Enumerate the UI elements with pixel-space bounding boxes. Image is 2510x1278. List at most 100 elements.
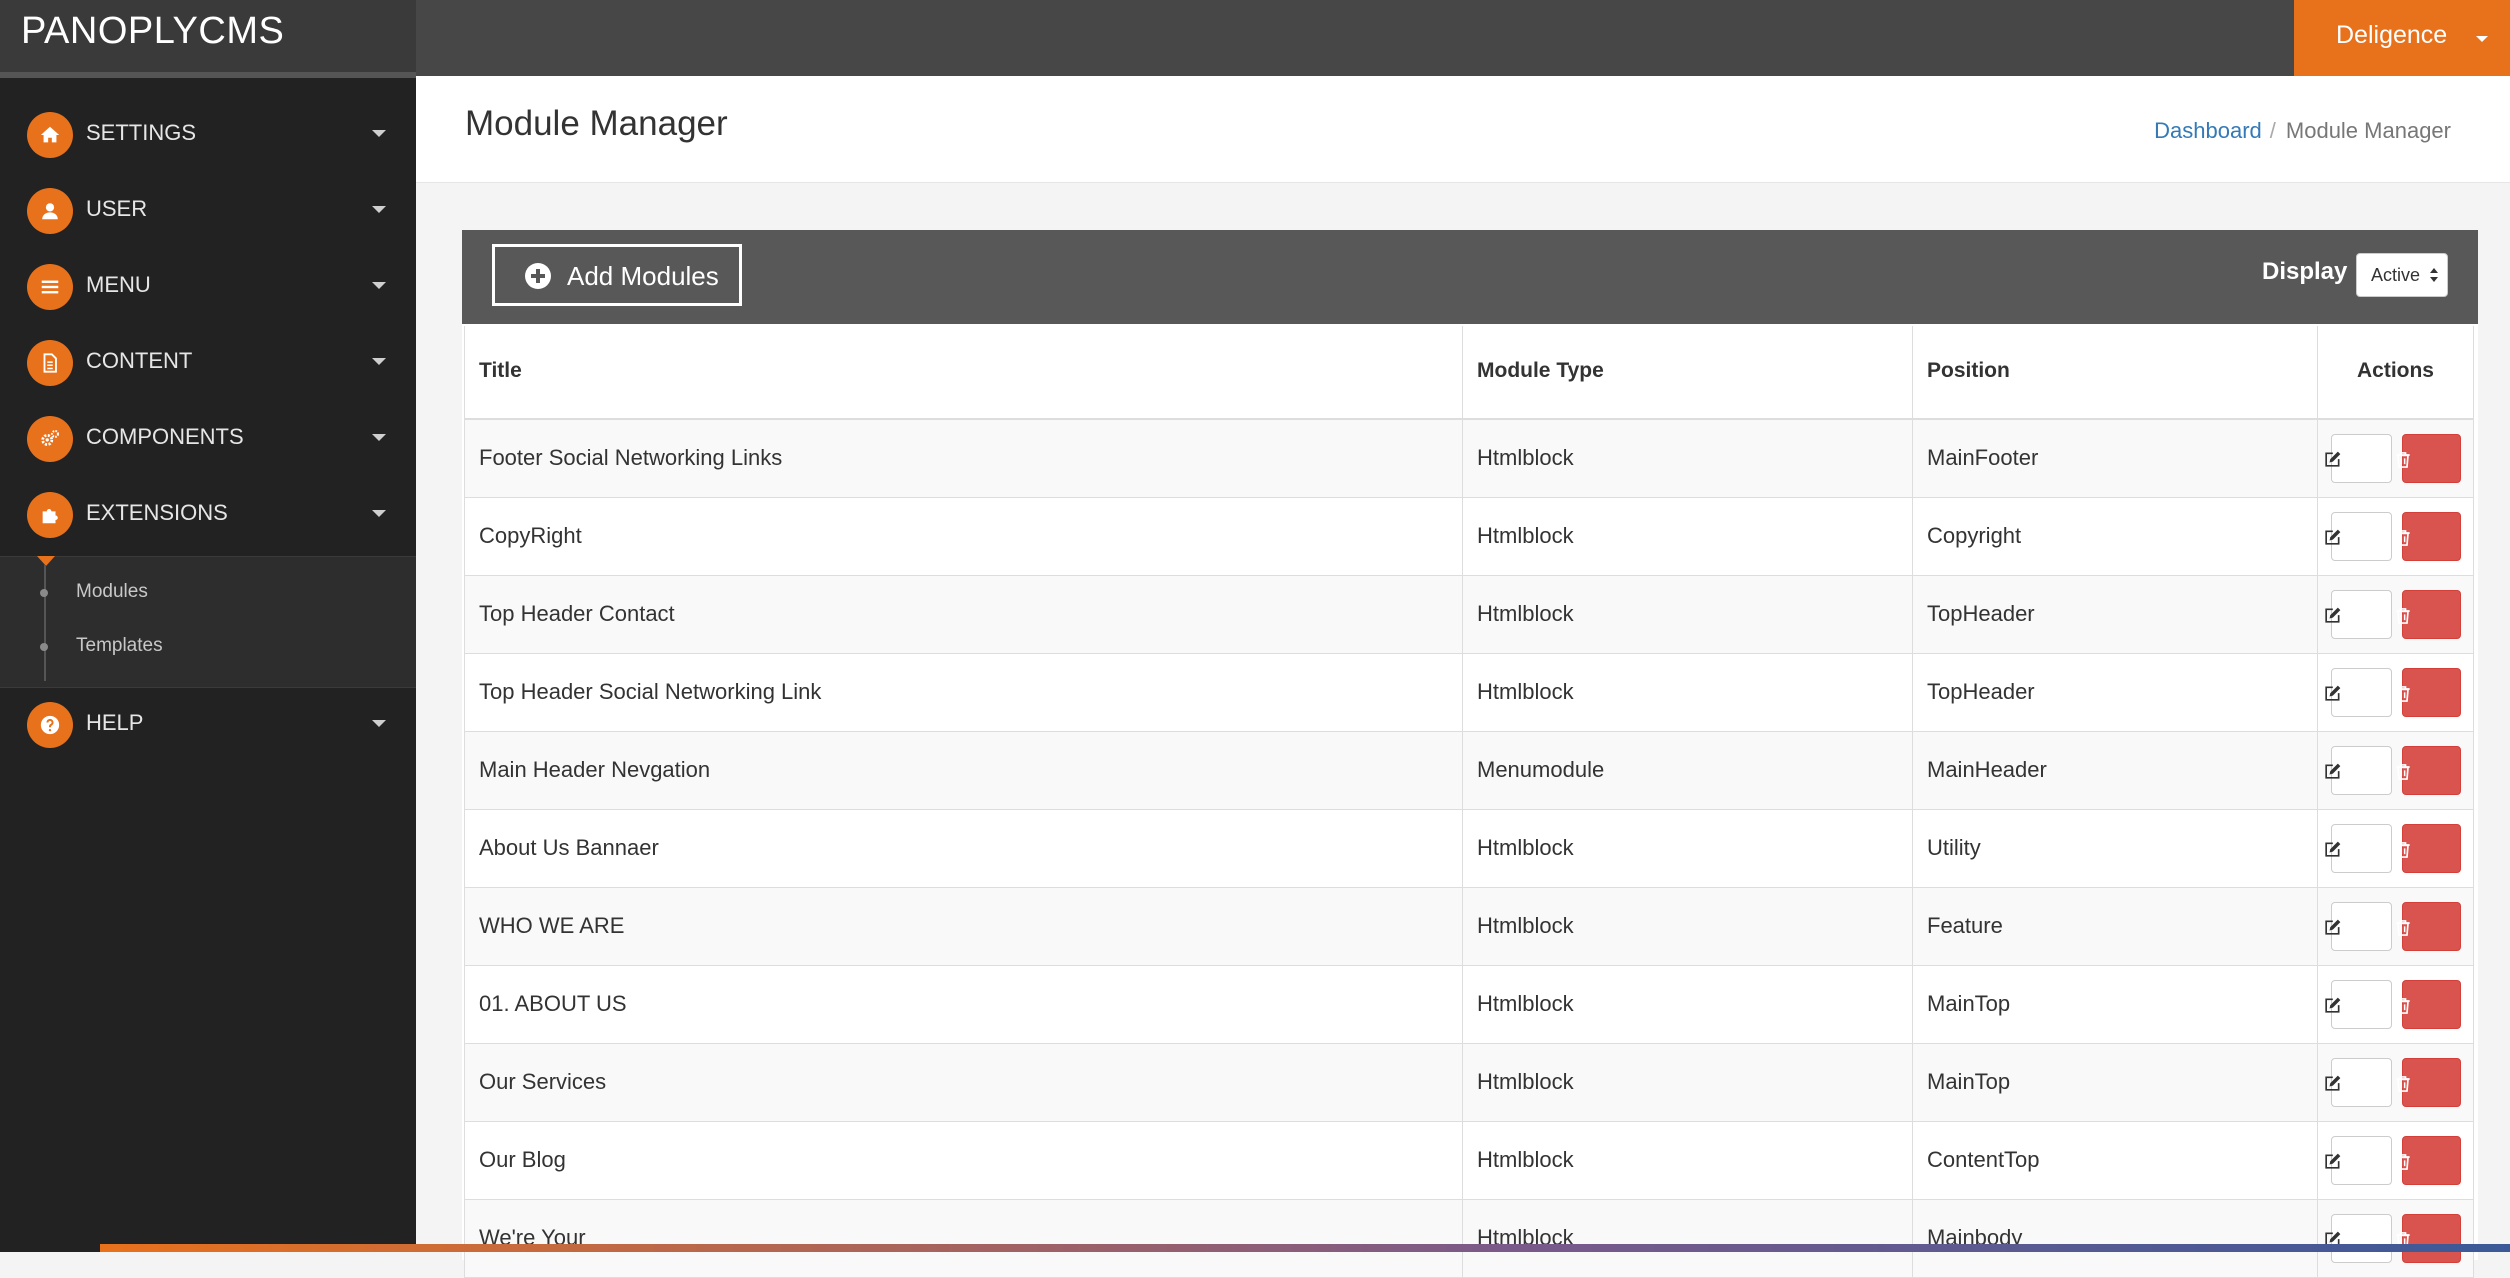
brand-bar: PANOPLYCMS [0, 0, 416, 78]
delete-button[interactable] [2396, 1058, 2461, 1107]
edit-button[interactable] [2325, 1214, 2392, 1263]
sidebar-item-user[interactable]: USER [0, 172, 416, 248]
brand-logo[interactable]: PANOPLYCMS [21, 10, 284, 53]
delete-button[interactable] [2396, 980, 2461, 1029]
cell-actions [2317, 498, 2474, 575]
module-type: Htmlblock [1477, 601, 1574, 626]
module-title: Main Header Nevgation [479, 757, 711, 782]
module-title: Our Blog [479, 1147, 566, 1172]
sidebar-item-components[interactable]: COMPONENTS [0, 400, 416, 476]
edit-button[interactable] [2325, 902, 2392, 951]
cell-title: About Us Bannaer [464, 810, 1462, 887]
cell-title: CopyRight [464, 498, 1462, 575]
sidebar-item-label: EXTENSIONS [86, 500, 228, 525]
edit-button[interactable] [2325, 1136, 2392, 1185]
edit-button[interactable] [2325, 512, 2392, 561]
cell-module-type: Htmlblock [1462, 966, 1912, 1043]
bottom-edge-strip [0, 1244, 2510, 1252]
delete-button[interactable] [2396, 1136, 2461, 1185]
cell-actions [2317, 966, 2474, 1043]
caret-down-icon [2476, 36, 2488, 42]
table-row: Footer Social Networking Links Htmlblock M… [464, 420, 2474, 498]
bullet-icon [40, 589, 48, 597]
cogs-icon [27, 416, 73, 462]
cell-title: Our Services [464, 1044, 1462, 1121]
sidebar-item-label: SETTINGS [86, 120, 197, 145]
sidebar-item-help[interactable]: HELP [0, 686, 416, 762]
delete-button[interactable] [2396, 746, 2461, 795]
cell-position: TopHeader [1912, 576, 2317, 653]
sidebar-item-settings[interactable]: SETTINGS [0, 96, 416, 172]
question-icon [27, 702, 73, 748]
table-row: Top Header Social Networking Link Htmlblo… [464, 654, 2474, 732]
edit-button[interactable] [2325, 590, 2392, 639]
module-position: MainTop [1927, 1069, 2011, 1094]
column-header-position[interactable]: Position [1912, 326, 2317, 418]
cell-module-type: Htmlblock [1462, 498, 1912, 575]
cell-actions [2317, 1044, 2474, 1121]
delete-button[interactable] [2396, 434, 2461, 483]
cell-title: WHO WE ARE [464, 888, 1462, 965]
bars-icon [27, 264, 73, 310]
caret-down-icon [372, 434, 386, 441]
extensions-submenu: Modules Templates [0, 556, 416, 688]
module-title: About Us Bannaer [479, 835, 659, 860]
table-row: We're Your Htmlblock Mainbody [464, 1200, 2474, 1278]
submenu-item-modules[interactable]: Modules [34, 575, 394, 615]
breadcrumb-dashboard-link[interactable]: Dashboard [2154, 118, 2262, 143]
column-header-label: Position [1927, 359, 2010, 382]
select-down-icon [2430, 277, 2438, 282]
sidebar-item-extensions[interactable]: EXTENSIONS [0, 476, 416, 552]
delete-button[interactable] [2396, 668, 2461, 717]
edit-button[interactable] [2325, 746, 2392, 795]
cell-module-type: Htmlblock [1462, 654, 1912, 731]
table-row: CopyRight Htmlblock Copyright [464, 498, 2474, 576]
cell-actions [2317, 654, 2474, 731]
add-modules-button[interactable]: Add Modules [492, 244, 742, 306]
sidebar-item-menu[interactable]: MENU [0, 248, 416, 324]
display-label: Display [2262, 258, 2348, 285]
module-position: TopHeader [1927, 679, 2035, 704]
delete-button[interactable] [2396, 902, 2461, 951]
file-icon [27, 340, 73, 386]
delete-button[interactable] [2396, 512, 2461, 561]
column-header-title[interactable]: Title [464, 326, 1462, 418]
cell-module-type: Htmlblock [1462, 810, 1912, 887]
cell-position: Utility [1912, 810, 2317, 887]
module-title: Top Header Social Networking Link [479, 679, 822, 704]
cell-module-type: Htmlblock [1462, 420, 1912, 497]
cell-title: Our Blog [464, 1122, 1462, 1199]
display-select[interactable]: Active [2356, 253, 2448, 297]
cell-position: MainHeader [1912, 732, 2317, 809]
table-header-row: Title Module Type Position Actions [464, 326, 2474, 420]
user-menu[interactable]: Deligence [2294, 0, 2510, 76]
table-row: Top Header Contact Htmlblock TopHeader [464, 576, 2474, 654]
cell-title: 01. ABOUT US [464, 966, 1462, 1043]
submenu-item-label: Modules [76, 581, 148, 602]
breadcrumb-separator: / [2269, 118, 2276, 143]
column-header-type[interactable]: Module Type [1462, 326, 1912, 418]
edit-button[interactable] [2325, 1058, 2392, 1107]
cell-title: Top Header Contact [464, 576, 1462, 653]
sidebar: PANOPLYCMS SETTINGS USER MENU CONTENT CO [0, 0, 416, 1252]
page-title: Module Manager [465, 104, 728, 143]
display-select-value: Active [2371, 265, 2421, 285]
table-row: About Us Bannaer Htmlblock Utility [464, 810, 2474, 888]
delete-button[interactable] [2396, 590, 2461, 639]
cell-title: We're Your [464, 1200, 1462, 1277]
sidebar-item-label: USER [86, 196, 148, 221]
edit-button[interactable] [2325, 434, 2392, 483]
sidebar-item-label: CONTENT [86, 348, 193, 373]
breadcrumb-current: Module Manager [2285, 118, 2451, 143]
caret-down-icon [372, 358, 386, 365]
module-position: MainTop [1927, 991, 2011, 1016]
edit-button[interactable] [2325, 824, 2392, 873]
submenu-item-templates[interactable]: Templates [34, 629, 394, 669]
column-header-actions: Actions [2317, 326, 2474, 418]
delete-button[interactable] [2396, 1214, 2461, 1263]
edit-button[interactable] [2325, 668, 2392, 717]
sidebar-item-content[interactable]: CONTENT [0, 324, 416, 400]
delete-button[interactable] [2396, 824, 2461, 873]
edit-button[interactable] [2325, 980, 2392, 1029]
table-row: 01. ABOUT US Htmlblock MainTop [464, 966, 2474, 1044]
